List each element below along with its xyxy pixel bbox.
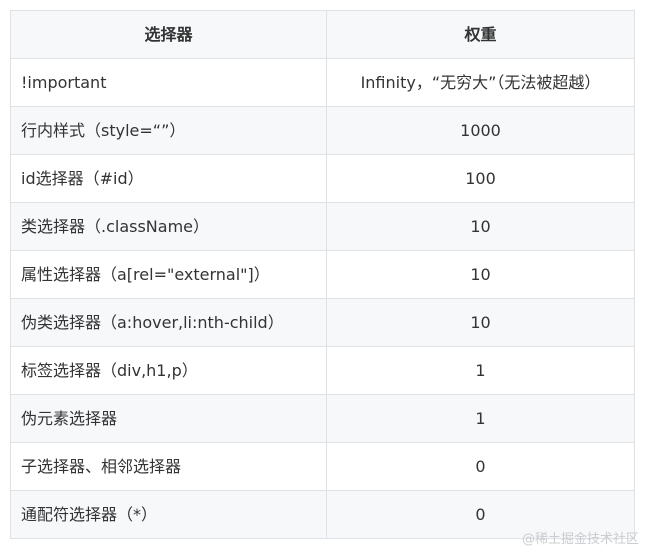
- weight-cell: 0: [326, 442, 635, 491]
- table-row: !important Infinity，“无穷大”（无法被超越）: [10, 58, 635, 107]
- header-selector: 选择器: [10, 10, 327, 59]
- selector-weight-table-container: 选择器 权重 !important Infinity，“无穷大”（无法被超越） …: [10, 10, 635, 539]
- weight-cell: 1: [326, 394, 635, 443]
- weight-cell: 10: [326, 298, 635, 347]
- table-header-row: 选择器 权重: [10, 10, 635, 59]
- table-row: 属性选择器（a[rel="external"]） 10: [10, 250, 635, 299]
- weight-cell: 1: [326, 346, 635, 395]
- table-row: 伪元素选择器 1: [10, 394, 635, 443]
- table-row: 标签选择器（div,h1,p） 1: [10, 346, 635, 395]
- selector-cell: 伪元素选择器: [10, 394, 327, 443]
- weight-cell: 100: [326, 154, 635, 203]
- selector-cell: 属性选择器（a[rel="external"]）: [10, 250, 327, 299]
- table-row: 伪类选择器（a:hover,li:nth-child） 10: [10, 298, 635, 347]
- selector-cell: 伪类选择器（a:hover,li:nth-child）: [10, 298, 327, 347]
- selector-cell: 类选择器（.className）: [10, 202, 327, 251]
- weight-cell: 10: [326, 202, 635, 251]
- selector-cell: id选择器（#id）: [10, 154, 327, 203]
- selector-cell: 标签选择器（div,h1,p）: [10, 346, 327, 395]
- selector-cell: !important: [10, 58, 327, 107]
- weight-cell: Infinity，“无穷大”（无法被超越）: [326, 58, 635, 107]
- selector-cell: 子选择器、相邻选择器: [10, 442, 327, 491]
- weight-cell: 1000: [326, 106, 635, 155]
- selector-cell: 通配符选择器（*）: [10, 490, 327, 539]
- table-row: id选择器（#id） 100: [10, 154, 635, 203]
- selector-cell: 行内样式（style=“”）: [10, 106, 327, 155]
- selector-weight-table: 选择器 权重 !important Infinity，“无穷大”（无法被超越） …: [10, 10, 635, 539]
- watermark: @稀土掘金技术社区: [521, 532, 639, 547]
- weight-cell: 10: [326, 250, 635, 299]
- table-row: 类选择器（.className） 10: [10, 202, 635, 251]
- table-row: 子选择器、相邻选择器 0: [10, 442, 635, 491]
- header-weight: 权重: [326, 10, 635, 59]
- table-row: 行内样式（style=“”） 1000: [10, 106, 635, 155]
